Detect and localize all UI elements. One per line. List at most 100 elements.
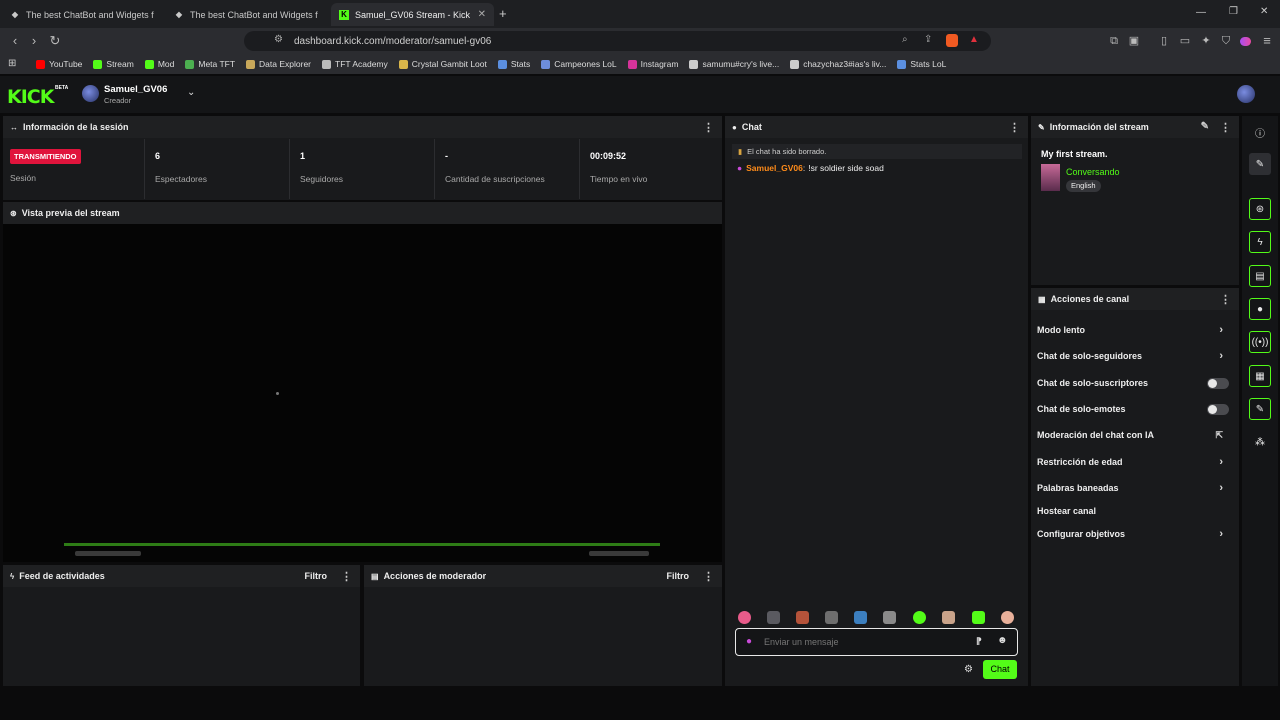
more-options-icon[interactable]: ⋮ xyxy=(341,570,352,583)
kick-logo[interactable]: KICK xyxy=(7,86,54,108)
share-icon[interactable]: ⇪ xyxy=(924,34,932,45)
bookmark-item[interactable]: samumu#cry's live... xyxy=(689,59,779,69)
bookmark-item[interactable]: Campeones LoL xyxy=(541,59,617,69)
chat-input[interactable] xyxy=(764,635,964,649)
brave-rewards-icon[interactable]: ▲ xyxy=(969,34,979,45)
leo-ai-icon[interactable]: ✦ xyxy=(1198,33,1214,49)
apps-grid-icon[interactable]: ⊞ xyxy=(8,58,16,69)
activity-widget-icon[interactable]: ϟ xyxy=(1249,231,1271,253)
filter-button[interactable]: Filtro xyxy=(305,571,328,581)
channel-action-banned-words[interactable]: Palabras baneadas › xyxy=(1037,478,1233,498)
emote-icon[interactable] xyxy=(972,611,985,624)
channel-action-goals[interactable]: Configurar objetivos › xyxy=(1037,524,1233,544)
channel-action-slow-mode[interactable]: Modo lento › xyxy=(1037,320,1233,340)
back-icon[interactable]: ‹ xyxy=(7,33,23,49)
close-window-icon[interactable]: ✕ xyxy=(1260,6,1268,17)
vpn-icon[interactable]: ⛉ xyxy=(1218,33,1234,49)
profile-icon[interactable] xyxy=(1240,37,1251,46)
bookmark-label: Instagram xyxy=(640,59,679,69)
bookmark-label: Crystal Gambit Loot xyxy=(411,59,487,69)
emote-icon[interactable] xyxy=(942,611,955,624)
channel-action-followers-only[interactable]: Chat de solo-seguidores › xyxy=(1037,346,1233,366)
bookmark-item[interactable]: Crystal Gambit Loot xyxy=(398,59,487,69)
emote-icon[interactable] xyxy=(738,611,751,624)
site-settings-icon[interactable]: ⚙ xyxy=(274,34,283,45)
user-avatar[interactable] xyxy=(1237,85,1255,103)
channel-name[interactable]: Samuel_GV06 xyxy=(104,84,167,95)
video-progress-bar[interactable] xyxy=(64,543,660,546)
edit-icon[interactable]: ✎ xyxy=(1201,121,1209,132)
browser-tab[interactable]: ◆ The best ChatBot and Widgets for Ki xyxy=(166,3,326,26)
browser-tab-bar: ◆ The best ChatBot and Widgets for Ki ◆ … xyxy=(0,0,1280,28)
browser-tab-active[interactable]: K Samuel_GV06 Stream - Kick Das ✕ xyxy=(331,3,494,26)
emote-icon[interactable] xyxy=(767,611,780,624)
bookmark-item[interactable]: Stats LoL xyxy=(897,59,946,69)
chat-username[interactable]: Samuel_GV06 xyxy=(746,163,803,173)
sidebar-icon[interactable]: ▯ xyxy=(1156,33,1172,49)
more-widgets-icon[interactable]: ⁂ xyxy=(1255,437,1265,448)
extensions-icon[interactable]: ⧉ xyxy=(1106,33,1122,49)
action-label: Chat de solo-suscriptores xyxy=(1037,378,1149,388)
chat-widget-icon[interactable]: ● xyxy=(1249,298,1271,320)
chevron-down-icon[interactable]: ⌄ xyxy=(187,87,195,98)
emote-icon[interactable] xyxy=(913,611,926,624)
bookmark-item[interactable]: Mod xyxy=(144,59,174,69)
more-options-icon[interactable]: ⋮ xyxy=(1220,293,1231,306)
emotes-only-toggle[interactable] xyxy=(1207,403,1229,415)
bookmark-item[interactable]: Meta TFT xyxy=(185,59,235,69)
emote-icon[interactable] xyxy=(825,611,838,624)
emote-icon[interactable] xyxy=(883,611,896,624)
action-label: Hostear canal xyxy=(1037,506,1097,516)
emote-icon[interactable] xyxy=(854,611,867,624)
forward-icon[interactable]: › xyxy=(26,33,42,49)
bookmark-label: Stats xyxy=(510,59,531,69)
edit-mode-icon[interactable]: ✎ xyxy=(1249,153,1271,175)
brave-shields-icon[interactable] xyxy=(946,34,958,47)
bookmark-item[interactable]: Stats xyxy=(497,59,531,69)
emote-icon[interactable] xyxy=(796,611,809,624)
new-tab-icon[interactable]: + xyxy=(499,6,507,21)
bookmark-item[interactable]: Instagram xyxy=(627,59,679,69)
notes-widget-icon[interactable]: ▤ xyxy=(1249,265,1271,287)
bookmark-item[interactable]: chazychaz3#ias's liv... xyxy=(790,59,886,69)
session-widget-icon[interactable]: ⊛ xyxy=(1249,198,1271,220)
stream-category[interactable]: Conversando xyxy=(1066,167,1120,177)
translate-icon[interactable]: ⁋ xyxy=(976,636,982,647)
menu-icon[interactable]: ≡ xyxy=(1259,33,1275,49)
bookmark-item[interactable]: Data Explorer xyxy=(246,59,311,69)
wallet-icon[interactable]: ▭ xyxy=(1177,33,1193,49)
more-options-icon[interactable]: ⋮ xyxy=(1009,121,1020,134)
minimize-icon[interactable]: — xyxy=(1196,7,1206,18)
channel-action-ai-moderation[interactable]: Moderación del chat con IA ⇱ xyxy=(1037,425,1233,445)
more-options-icon[interactable]: ⋮ xyxy=(1220,121,1231,134)
zoom-icon[interactable]: ⌕ xyxy=(902,34,908,45)
bookmark-item[interactable]: Stream xyxy=(93,59,134,69)
channel-action-host[interactable]: Hostear canal xyxy=(1037,501,1233,521)
maximize-icon[interactable]: ❐ xyxy=(1229,6,1238,17)
emoji-icon[interactable]: ☻ xyxy=(997,635,1008,646)
more-options-icon[interactable]: ⋮ xyxy=(703,570,714,583)
mic-icon[interactable]: ● xyxy=(746,636,752,647)
reload-icon[interactable]: ↻ xyxy=(47,33,63,49)
bookmark-item[interactable]: YouTube xyxy=(36,59,82,69)
address-bar[interactable]: ⚙ dashboard.kick.com/moderator/samuel-gv… xyxy=(244,31,991,51)
activity-feed-panel: ϟ Feed de actividades Filtro ⋮ xyxy=(3,565,360,686)
mod-widget-icon[interactable]: ▦ xyxy=(1249,365,1271,387)
session-icon: ↔ xyxy=(10,122,18,132)
close-tab-icon[interactable]: ✕ xyxy=(478,9,486,20)
filter-button[interactable]: Filtro xyxy=(667,571,690,581)
more-options-icon[interactable]: ⋮ xyxy=(703,121,714,134)
emote-icon[interactable] xyxy=(1001,611,1014,624)
browser-tab[interactable]: ◆ The best ChatBot and Widgets for Ki xyxy=(2,3,162,26)
info-icon[interactable]: ⓘ xyxy=(1255,125,1265,140)
chat-settings-icon[interactable]: ⚙ xyxy=(964,664,973,675)
channel-action-age-restriction[interactable]: Restricción de edad › xyxy=(1037,452,1233,472)
bookmark-item[interactable]: TFT Academy xyxy=(322,59,388,69)
screenshot-icon[interactable]: ▣ xyxy=(1126,33,1142,49)
chat-input-box[interactable]: ● ⁋ ☻ xyxy=(735,628,1018,656)
send-chat-button[interactable]: Chat xyxy=(983,660,1017,679)
video-controls[interactable] xyxy=(589,551,649,556)
broadcast-widget-icon[interactable]: ((•)) xyxy=(1249,331,1271,353)
subscribers-only-toggle[interactable] xyxy=(1207,377,1229,389)
tools-widget-icon[interactable]: ✎ xyxy=(1249,398,1271,420)
